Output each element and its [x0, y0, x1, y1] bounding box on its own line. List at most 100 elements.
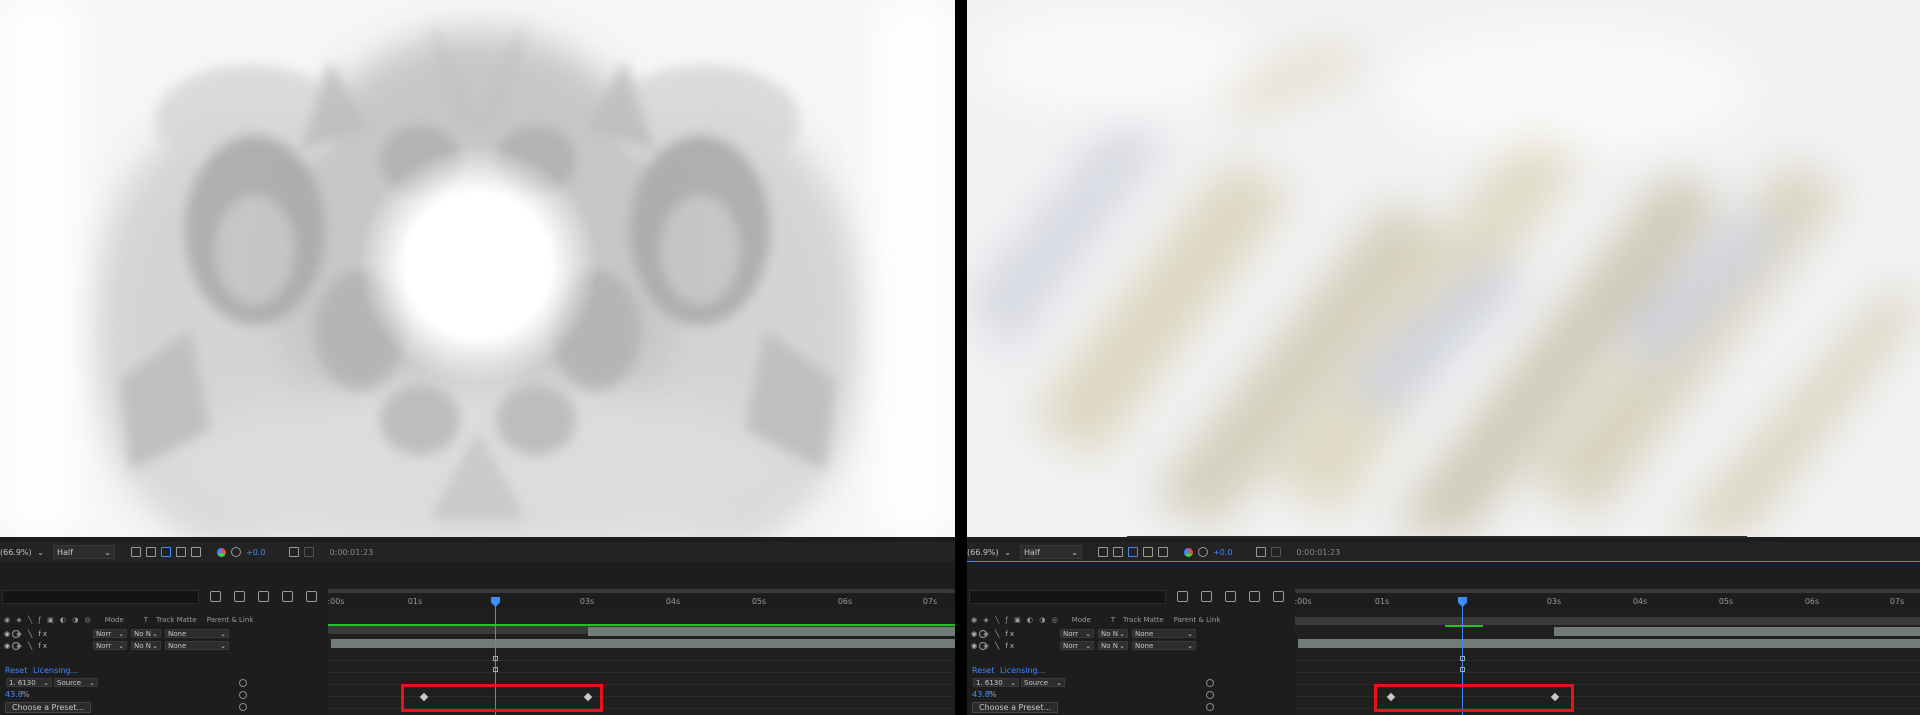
resolution-dropdown[interactable]: Half ⌄ [53, 545, 115, 559]
region-of-interest-icon[interactable] [131, 547, 141, 557]
motion-blur-icon[interactable] [282, 591, 293, 602]
exposure-value[interactable]: +0.0 [1213, 548, 1232, 557]
composition-viewer[interactable] [0, 0, 955, 537]
choose-preset-button[interactable]: Choose a Preset... [972, 702, 1059, 713]
layer-switch-icons[interactable]: ◉ ◈ ╲ fx [971, 630, 1016, 638]
color-management-icon[interactable] [231, 547, 241, 557]
time-navigator[interactable] [1295, 589, 1920, 593]
parent-dropdown[interactable]: None ⌄ [165, 629, 229, 638]
channels-icon[interactable] [217, 547, 226, 557]
mask-visibility-icon[interactable] [1128, 547, 1138, 557]
color-management-icon[interactable] [1198, 547, 1208, 557]
camera-icon[interactable] [289, 547, 300, 557]
reset-link[interactable]: Reset [972, 666, 994, 675]
parent-dropdown[interactable]: None ⌄ [1132, 641, 1196, 650]
layer-switch-icons[interactable]: ◉ ◈ ╲ fx [971, 642, 1016, 650]
expression-pickwhip-icon[interactable] [239, 703, 247, 711]
frame-blending-icon[interactable] [1225, 591, 1236, 602]
magnification-dropdown[interactable]: (66.9%) ⌄ [0, 548, 48, 557]
marker-icon [493, 656, 498, 661]
track-matte-dropdown[interactable]: No N ⌄ [131, 629, 161, 638]
layer-row[interactable]: ◉ ◈ ╲ fx Norr ⌄ No N ⌄ None ⌄ [967, 640, 1293, 651]
licensing-link[interactable]: Licensing... [33, 666, 78, 675]
expression-pickwhip-icon[interactable] [1206, 691, 1214, 699]
frame-blending-icon[interactable] [258, 591, 269, 602]
effect-links-row: Reset Licensing... [967, 666, 1293, 678]
source-dropdown[interactable]: Source ⌄ [1021, 678, 1065, 687]
snapshot-view-icon[interactable] [191, 547, 201, 557]
mask-visibility-icon[interactable] [161, 547, 171, 557]
comp-flowchart-icon[interactable] [210, 591, 221, 602]
current-timecode[interactable]: 0:00:01:23 [329, 548, 373, 557]
guides-icon[interactable] [1143, 547, 1153, 557]
layer-bar[interactable] [331, 639, 955, 648]
expression-pickwhip-icon[interactable] [1206, 679, 1214, 687]
parent-value: None [168, 641, 187, 650]
show-snapshot-icon[interactable] [1271, 547, 1282, 557]
layer-bar[interactable] [1298, 639, 1920, 648]
parent-pickwhip-icon[interactable] [979, 629, 987, 638]
time-navigator[interactable] [328, 589, 955, 593]
time-ruler[interactable]: :00s 01s 03s 04s 05s 06s 07s [327, 589, 955, 607]
expression-pickwhip-icon[interactable] [239, 691, 247, 699]
blend-mode-dropdown[interactable]: Norr ⌄ [93, 641, 127, 650]
percent-value[interactable]: 43.8 [972, 690, 990, 699]
camera-icon[interactable] [1256, 547, 1267, 557]
expression-pickwhip-icon[interactable] [1206, 703, 1214, 711]
chevron-down-icon: ⌄ [1187, 629, 1193, 638]
track-matte-value: No N [134, 641, 151, 650]
shy-layers-icon[interactable] [234, 591, 245, 602]
track-matte-dropdown[interactable]: No N ⌄ [1098, 629, 1128, 638]
switch-icons: ◉ ◈ ╲ ƒ ▣ ◐ ◑ ◎ [971, 616, 1060, 624]
shy-layers-icon[interactable] [1201, 591, 1212, 602]
parent-dropdown[interactable]: None ⌄ [1132, 629, 1196, 638]
current-timecode[interactable]: 0:00:01:23 [1296, 548, 1340, 557]
graph-editor-icon[interactable] [306, 591, 317, 602]
layer-row[interactable]: ◉ ◈ ╲ fx Norr ⌄ No N ⌄ None ⌄ [0, 628, 326, 639]
layer-switch-icons[interactable]: ◉ ◈ ╲ fx [4, 642, 49, 650]
blend-mode-dropdown[interactable]: Norr ⌄ [1060, 641, 1094, 650]
effect-value-dropdown[interactable]: 1. 6130 ⌄ [6, 678, 52, 687]
show-snapshot-icon[interactable] [304, 547, 315, 557]
layer-bar-top[interactable] [1295, 617, 1920, 625]
layer-bar[interactable] [1554, 627, 1920, 636]
source-dropdown[interactable]: Source ⌄ [54, 678, 98, 687]
transparency-grid-icon[interactable] [146, 547, 156, 557]
time-ruler[interactable]: :00s 01s 03s 04s 05s 06s 07s [1294, 589, 1920, 607]
effect-value-dropdown[interactable]: 1. 6130 ⌄ [973, 678, 1019, 687]
layer-switch-icons[interactable]: ◉ ◈ ╲ fx [4, 630, 49, 638]
blend-mode-value: Norr [96, 641, 112, 650]
licensing-link[interactable]: Licensing... [1000, 666, 1045, 675]
percent-value[interactable]: 43.8 [5, 690, 23, 699]
work-area-bar[interactable] [1445, 625, 1483, 627]
parent-pickwhip-icon[interactable] [979, 641, 987, 650]
motion-blur-icon[interactable] [1249, 591, 1260, 602]
parent-pickwhip-icon[interactable] [12, 629, 20, 638]
graph-editor-icon[interactable] [1273, 591, 1284, 602]
work-area-bar[interactable] [328, 624, 955, 626]
layer-search-input[interactable] [2, 590, 199, 604]
reset-link[interactable]: Reset [5, 666, 27, 675]
layer-bar[interactable] [588, 627, 955, 636]
blend-mode-dropdown[interactable]: Norr ⌄ [93, 629, 127, 638]
blend-mode-dropdown[interactable]: Norr ⌄ [1060, 629, 1094, 638]
layer-row[interactable]: ◉ ◈ ╲ fx Norr ⌄ No N ⌄ None ⌄ [0, 640, 326, 651]
transparency-grid-icon[interactable] [1113, 547, 1123, 557]
composition-viewer[interactable] [967, 0, 1920, 537]
comp-flowchart-icon[interactable] [1177, 591, 1188, 602]
parent-dropdown[interactable]: None ⌄ [165, 641, 229, 650]
choose-preset-button[interactable]: Choose a Preset... [5, 702, 92, 713]
expression-pickwhip-icon[interactable] [239, 679, 247, 687]
guides-icon[interactable] [176, 547, 186, 557]
channels-icon[interactable] [1184, 547, 1193, 557]
region-of-interest-icon[interactable] [1098, 547, 1108, 557]
magnification-dropdown[interactable]: (66.9%) ⌄ [967, 548, 1015, 557]
track-matte-dropdown[interactable]: No N ⌄ [131, 641, 161, 650]
parent-pickwhip-icon[interactable] [12, 641, 20, 650]
resolution-dropdown[interactable]: Half ⌄ [1020, 545, 1082, 559]
exposure-value[interactable]: +0.0 [246, 548, 265, 557]
layer-row[interactable]: ◉ ◈ ╲ fx Norr ⌄ No N ⌄ None ⌄ [967, 628, 1293, 639]
layer-search-input[interactable] [969, 590, 1166, 604]
track-matte-dropdown[interactable]: No N ⌄ [1098, 641, 1128, 650]
snapshot-view-icon[interactable] [1158, 547, 1168, 557]
